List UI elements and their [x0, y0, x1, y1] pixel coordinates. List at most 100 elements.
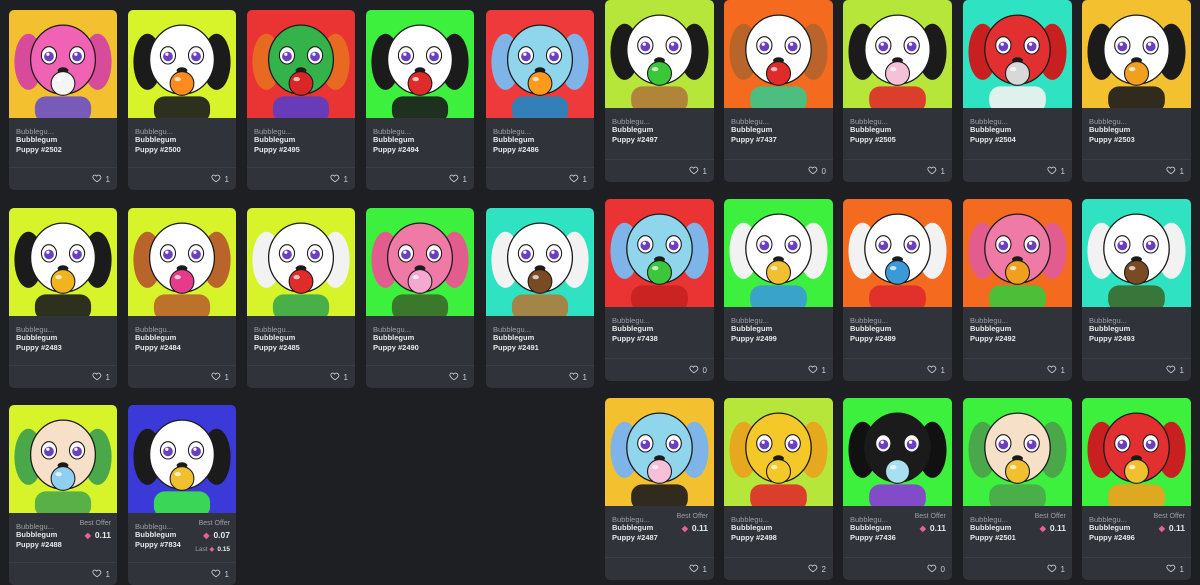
- nft-card[interactable]: Bubblegu... Bubblegum Puppy #7834 Best Of…: [128, 405, 236, 585]
- nft-card[interactable]: Bubblegu... Bubblegum Puppy #7438 0: [605, 199, 714, 381]
- favorite-button[interactable]: 0: [688, 364, 707, 376]
- favorite-button[interactable]: 0: [807, 165, 826, 177]
- nft-title: Bubblegum Puppy #2493: [1089, 324, 1135, 344]
- nft-image[interactable]: [1082, 0, 1191, 108]
- nft-card[interactable]: Bubblegu... Bubblegum Puppy #2485 1: [247, 208, 355, 388]
- favorite-button[interactable]: 1: [1165, 563, 1184, 575]
- nft-card[interactable]: Bubblegu... Bubblegum Puppy #2492 1: [963, 199, 1072, 381]
- like-count: 2: [821, 564, 826, 574]
- favorite-button[interactable]: 1: [91, 371, 110, 383]
- card-info: Bubblegu... Bubblegum Puppy #2489: [843, 307, 952, 356]
- card-footer: 1: [1082, 159, 1191, 182]
- nft-card[interactable]: Bubblegu... Bubblegum Puppy #2496 Best Of…: [1082, 398, 1191, 580]
- nft-card[interactable]: Bubblegu... Bubblegum Puppy #2486 1: [486, 10, 594, 190]
- eth-icon: ◆: [1158, 524, 1165, 533]
- nft-image[interactable]: [1082, 199, 1191, 307]
- nft-card[interactable]: Bubblegu... Bubblegum Puppy #7437 0: [724, 0, 833, 182]
- favorite-button[interactable]: 2: [807, 563, 826, 575]
- nft-image[interactable]: [366, 208, 474, 316]
- nft-image[interactable]: [843, 0, 952, 108]
- nft-image[interactable]: [486, 208, 594, 316]
- nft-image[interactable]: [9, 208, 117, 316]
- favorite-button[interactable]: 1: [1165, 165, 1184, 177]
- nft-card[interactable]: Bubblegu... Bubblegum Puppy #2504 1: [963, 0, 1072, 182]
- nft-image[interactable]: [9, 405, 117, 513]
- nft-card[interactable]: Bubblegu... Bubblegum Puppy #2488 Best Of…: [9, 405, 117, 585]
- nft-card[interactable]: Bubblegu... Bubblegum Puppy #2494 1: [366, 10, 474, 190]
- nft-card[interactable]: Bubblegu... Bubblegum Puppy #2497 1: [605, 0, 714, 182]
- nft-image[interactable]: [128, 10, 236, 118]
- nft-image[interactable]: [605, 398, 714, 506]
- nft-image[interactable]: [486, 10, 594, 118]
- nft-card[interactable]: Bubblegu... Bubblegum Puppy #2505 1: [843, 0, 952, 182]
- nft-image[interactable]: [843, 199, 952, 307]
- nft-card[interactable]: Bubblegu... Bubblegum Puppy #2493 1: [1082, 199, 1191, 381]
- favorite-button[interactable]: 1: [926, 364, 945, 376]
- favorite-button[interactable]: 1: [448, 173, 467, 185]
- favorite-button[interactable]: 1: [926, 165, 945, 177]
- nft-image[interactable]: [605, 199, 714, 307]
- nft-image[interactable]: [963, 199, 1072, 307]
- nft-card[interactable]: Bubblegu... Bubblegum Puppy #2490 1: [366, 208, 474, 388]
- nft-image[interactable]: [366, 10, 474, 118]
- favorite-button[interactable]: 1: [688, 165, 707, 177]
- nft-title: Bubblegum Puppy #2505: [850, 125, 896, 145]
- nft-title: Bubblegum Puppy #2490: [373, 333, 419, 353]
- card-info: Bubblegu... Bubblegum Puppy #2495: [247, 118, 355, 167]
- nft-image[interactable]: [1082, 398, 1191, 506]
- nft-image[interactable]: [843, 398, 952, 506]
- favorite-button[interactable]: 1: [210, 371, 229, 383]
- favorite-button[interactable]: 1: [91, 568, 110, 580]
- heart-icon: [1046, 364, 1057, 376]
- favorite-button[interactable]: 1: [1046, 563, 1065, 575]
- nft-image[interactable]: [605, 0, 714, 108]
- nft-image[interactable]: [724, 0, 833, 108]
- nft-image[interactable]: [963, 398, 1072, 506]
- nft-card[interactable]: Bubblegu... Bubblegum Puppy #2503 1: [1082, 0, 1191, 182]
- nft-card[interactable]: Bubblegu... Bubblegum Puppy #7436 Best Of…: [843, 398, 952, 580]
- nft-image[interactable]: [247, 10, 355, 118]
- nft-image[interactable]: [724, 199, 833, 307]
- nft-title-line2: Puppy #2489: [850, 334, 896, 343]
- favorite-button[interactable]: 1: [210, 568, 229, 580]
- nft-image[interactable]: [247, 208, 355, 316]
- eth-icon: ◆: [919, 524, 926, 533]
- favorite-button[interactable]: 1: [1046, 165, 1065, 177]
- favorite-button[interactable]: 0: [926, 563, 945, 575]
- like-count: 1: [821, 365, 826, 375]
- nft-card[interactable]: Bubblegu... Bubblegum Puppy #2483 1: [9, 208, 117, 388]
- favorite-button[interactable]: 1: [807, 364, 826, 376]
- favorite-button[interactable]: 1: [1046, 364, 1065, 376]
- favorite-button[interactable]: 1: [329, 371, 348, 383]
- nft-image[interactable]: [128, 405, 236, 513]
- best-offer-label: Best Offer: [676, 513, 708, 520]
- nft-image[interactable]: [724, 398, 833, 506]
- nft-title-line1: Bubblegum: [373, 135, 415, 144]
- card-footer: 1: [605, 159, 714, 182]
- nft-card[interactable]: Bubblegu... Bubblegum Puppy #2501 Best Of…: [963, 398, 1072, 580]
- nft-card[interactable]: Bubblegu... Bubblegum Puppy #2487 Best Of…: [605, 398, 714, 580]
- nft-card[interactable]: Bubblegu... Bubblegum Puppy #2498 2: [724, 398, 833, 580]
- nft-image[interactable]: [128, 208, 236, 316]
- nft-card[interactable]: Bubblegu... Bubblegum Puppy #2495 1: [247, 10, 355, 190]
- favorite-button[interactable]: 1: [210, 173, 229, 185]
- nft-title-line2: Puppy #2499: [731, 334, 777, 343]
- favorite-button[interactable]: 1: [688, 563, 707, 575]
- nft-card[interactable]: Bubblegu... Bubblegum Puppy #2489 1: [843, 199, 952, 381]
- nft-image[interactable]: [9, 10, 117, 118]
- card-footer: 1: [9, 365, 117, 388]
- favorite-button[interactable]: 1: [1165, 364, 1184, 376]
- nft-card[interactable]: Bubblegu... Bubblegum Puppy #2491 1: [486, 208, 594, 388]
- favorite-button[interactable]: 1: [329, 173, 348, 185]
- card-footer: 1: [963, 159, 1072, 182]
- nft-card[interactable]: Bubblegu... Bubblegum Puppy #2499 1: [724, 199, 833, 381]
- nft-card[interactable]: Bubblegu... Bubblegum Puppy #2502 1: [9, 10, 117, 190]
- card-info: Bubblegu... Bubblegum Puppy #2491: [486, 316, 594, 365]
- nft-image[interactable]: [963, 0, 1072, 108]
- favorite-button[interactable]: 1: [91, 173, 110, 185]
- favorite-button[interactable]: 1: [568, 371, 587, 383]
- favorite-button[interactable]: 1: [448, 371, 467, 383]
- nft-card[interactable]: Bubblegu... Bubblegum Puppy #2500 1: [128, 10, 236, 190]
- favorite-button[interactable]: 1: [568, 173, 587, 185]
- nft-card[interactable]: Bubblegu... Bubblegum Puppy #2484 1: [128, 208, 236, 388]
